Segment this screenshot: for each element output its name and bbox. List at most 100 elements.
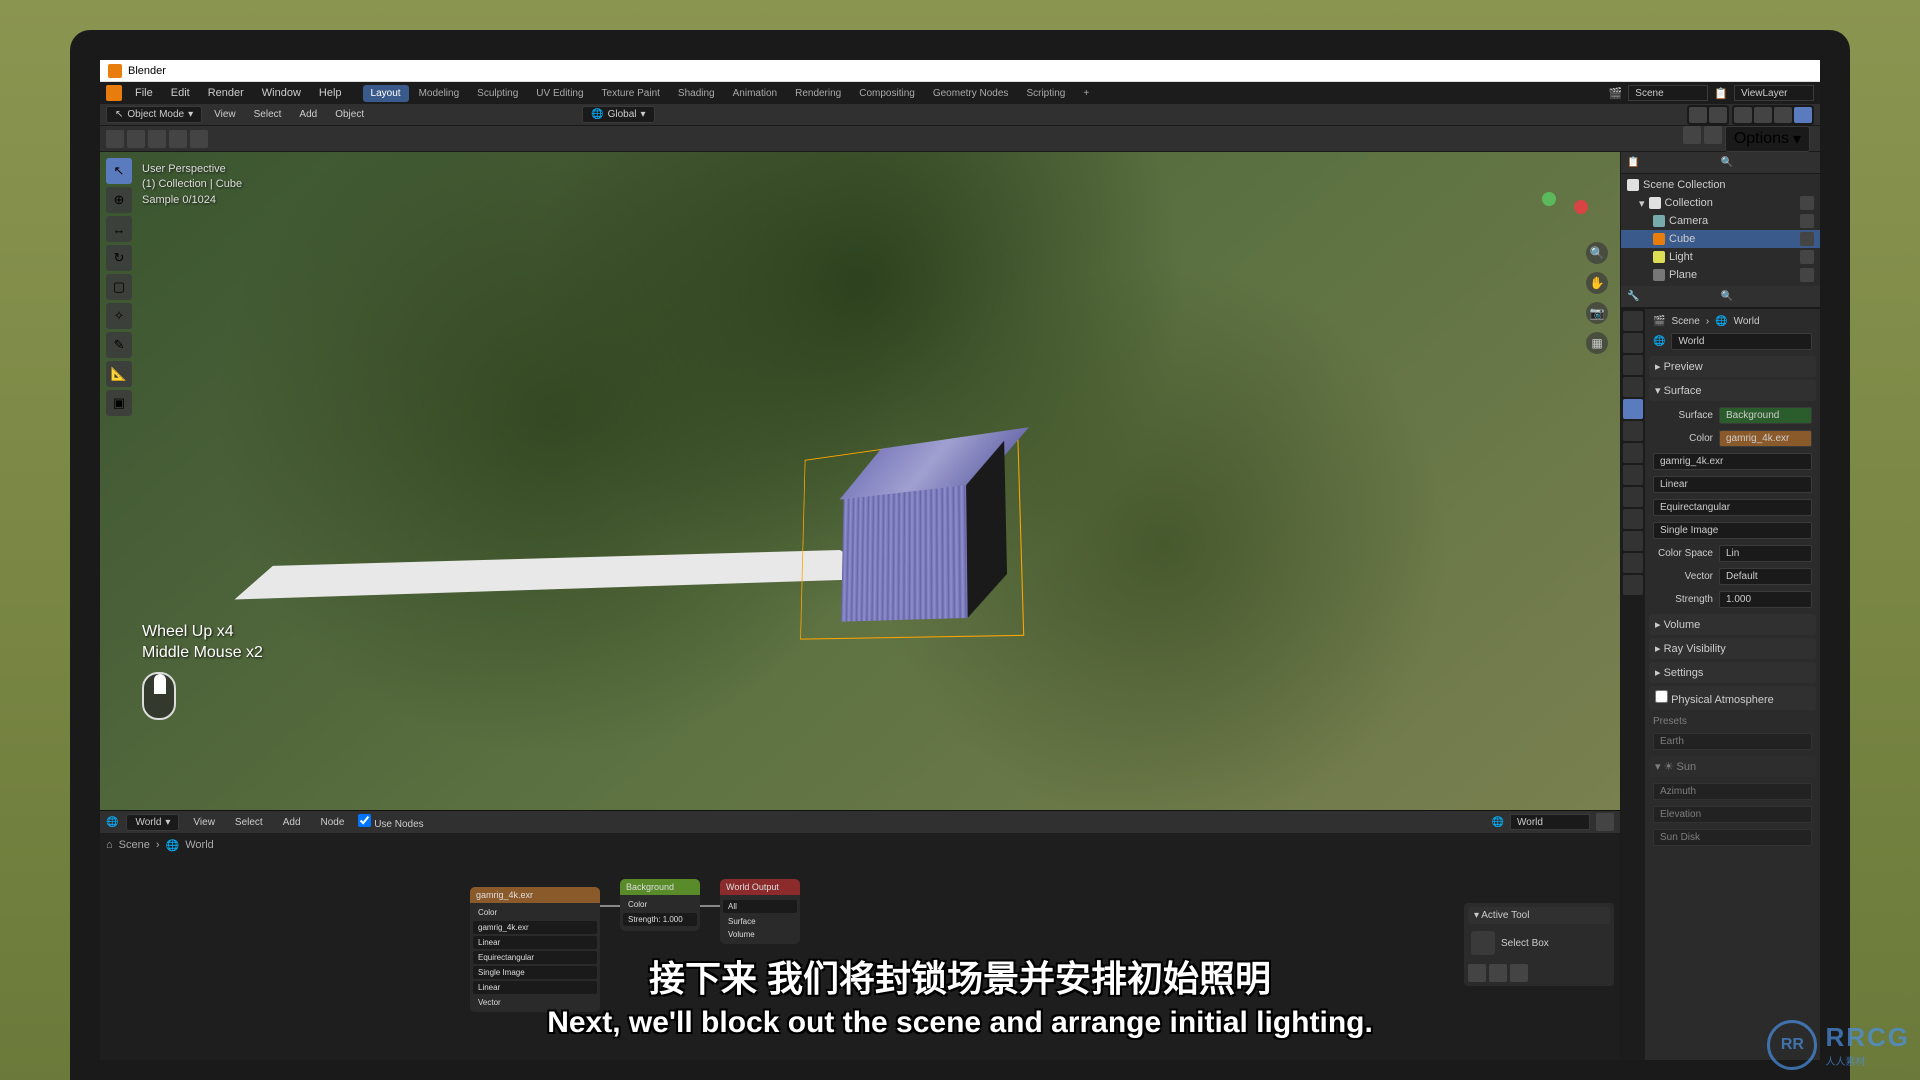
object-tab-icon[interactable] (1623, 421, 1643, 441)
tab-compositing[interactable]: Compositing (851, 85, 923, 102)
texture-path-input[interactable]: gamrig_4k.exr (1653, 453, 1812, 470)
camera-view-icon[interactable]: 📷 (1586, 302, 1608, 324)
pan-icon[interactable]: ✋ (1586, 272, 1608, 294)
orientation-select[interactable]: 🌐 Global ▾ (582, 106, 654, 123)
object-menu[interactable]: Object (329, 107, 370, 122)
menu-edit[interactable]: Edit (164, 84, 197, 102)
home-icon[interactable]: ⌂ (106, 839, 113, 851)
node-node-menu[interactable]: Node (315, 815, 351, 830)
editor-type-icon[interactable]: 🌐 (106, 817, 118, 828)
material-shading-icon[interactable] (1774, 107, 1792, 123)
color-input-socket[interactable]: Color (623, 898, 697, 911)
rendered-shading-icon[interactable] (1794, 107, 1812, 123)
outliner-icon[interactable]: 📋 (1627, 157, 1639, 168)
use-nodes-toggle[interactable]: Use Nodes (358, 814, 423, 830)
rotate-tool-icon[interactable]: ↻ (106, 245, 132, 271)
node-canvas[interactable]: gamrig_4k.exr Color gamrig_4k.exr Linear… (100, 857, 1620, 1060)
sun-section[interactable]: ▾ ☀ Sun (1649, 756, 1816, 777)
world-select[interactable]: World ▾ (126, 814, 179, 831)
viewlayer-name-input[interactable] (1734, 85, 1814, 101)
constraint-tab-icon[interactable] (1623, 509, 1643, 529)
zoom-icon[interactable]: 🔍 (1586, 242, 1608, 264)
blender-logo-icon[interactable] (106, 85, 122, 101)
pin-icon[interactable] (1596, 813, 1614, 831)
editor-type-icon[interactable] (106, 130, 124, 148)
world-datablock-input[interactable] (1510, 814, 1590, 830)
output-tab-icon[interactable] (1623, 333, 1643, 353)
settings-section[interactable]: ▸ Settings (1649, 662, 1816, 683)
overlay-gizmo-icon[interactable] (1689, 107, 1707, 123)
world-name-input[interactable]: World (1671, 333, 1812, 350)
search-icon[interactable]: 🔍 (1639, 157, 1814, 168)
strength-field[interactable]: Strength: 1.000 (623, 913, 697, 926)
volume-input-socket[interactable]: Volume (723, 928, 797, 941)
projection-field[interactable]: Equirectangular (473, 951, 597, 964)
viewlayer-tab-icon[interactable] (1623, 355, 1643, 375)
scene-name-input[interactable] (1628, 85, 1708, 101)
view-menu[interactable]: View (208, 107, 242, 122)
interpolation-select[interactable]: Linear (1653, 476, 1812, 493)
sel-toggle3-icon[interactable] (169, 130, 187, 148)
solid-shading-icon[interactable] (1754, 107, 1772, 123)
chevron-down-icon[interactable]: ▾ (1639, 197, 1645, 210)
visibility-toggle-icon[interactable] (1800, 268, 1814, 282)
axis-x-icon[interactable] (1574, 200, 1588, 214)
modifier-tab-icon[interactable] (1623, 443, 1643, 463)
elevation-input[interactable]: Elevation (1653, 806, 1812, 823)
select-menu[interactable]: Select (248, 107, 288, 122)
colorspace-select[interactable]: Lin (1719, 545, 1812, 562)
breadcrumb-world[interactable]: World (185, 839, 214, 851)
wireframe-shading-icon[interactable] (1734, 107, 1752, 123)
tab-uv-editing[interactable]: UV Editing (528, 85, 591, 102)
light-row[interactable]: Light (1621, 248, 1820, 266)
world-output-node[interactable]: World Output All Surface Volume (720, 879, 800, 944)
vector-select[interactable]: Default (1719, 568, 1812, 585)
projection-select[interactable]: Equirectangular (1653, 499, 1812, 516)
physics-tab-icon[interactable] (1623, 487, 1643, 507)
volume-section[interactable]: ▸ Volume (1649, 614, 1816, 635)
select-extend-icon[interactable] (1489, 964, 1507, 982)
scale-tool-icon[interactable]: ▢ (106, 274, 132, 300)
texture-tab-icon[interactable] (1623, 575, 1643, 595)
transform-tool-icon[interactable]: ✧ (106, 303, 132, 329)
physical-atmosphere-checkbox[interactable] (1655, 690, 1668, 703)
vector-input-socket[interactable]: Vector (473, 996, 597, 1009)
tab-shading[interactable]: Shading (670, 85, 723, 102)
visibility-toggle-icon[interactable] (1800, 232, 1814, 246)
viewport-3d[interactable]: ↖ ⊕ ↔ ↻ ▢ ✧ ✎ 📐 ▣ User Perspective (100, 152, 1620, 810)
cube-object[interactable] (841, 453, 1008, 624)
preset-select[interactable]: Earth (1653, 733, 1812, 750)
proportional-icon[interactable] (1704, 126, 1722, 144)
image-filename-field[interactable]: gamrig_4k.exr (473, 921, 597, 934)
menu-render[interactable]: Render (201, 84, 251, 102)
surface-input-socket[interactable]: Surface (723, 915, 797, 928)
ortho-toggle-icon[interactable]: ▦ (1586, 332, 1608, 354)
sel-toggle2-icon[interactable] (148, 130, 166, 148)
physical-atmosphere-section[interactable]: Physical Atmosphere (1649, 686, 1816, 710)
move-tool-icon[interactable]: ↔ (106, 216, 132, 242)
annotate-tool-icon[interactable]: ✎ (106, 332, 132, 358)
active-tool-header[interactable]: ▾ Active Tool (1468, 907, 1610, 924)
mode-select[interactable]: ↖ Object Mode ▾ (106, 106, 202, 123)
surface-section[interactable]: ▾ Surface (1649, 380, 1816, 401)
world-tab-icon[interactable] (1623, 399, 1643, 419)
tab-modeling[interactable]: Modeling (411, 85, 468, 102)
plane-row[interactable]: Plane (1621, 266, 1820, 284)
overlay-visibility-icon[interactable] (1709, 107, 1727, 123)
axis-y-icon[interactable] (1542, 192, 1556, 206)
interpolation-field[interactable]: Linear (473, 936, 597, 949)
menu-help[interactable]: Help (312, 84, 349, 102)
collection-row[interactable]: ▾ Collection (1621, 194, 1820, 212)
data-tab-icon[interactable] (1623, 531, 1643, 551)
color-texture-select[interactable]: gamrig_4k.exr (1719, 430, 1812, 447)
azimuth-input[interactable]: Azimuth (1653, 783, 1812, 800)
breadcrumb-scene[interactable]: Scene (119, 839, 150, 851)
sel-toggle4-icon[interactable] (190, 130, 208, 148)
add-menu[interactable]: Add (293, 107, 323, 122)
visibility-toggle-icon[interactable] (1800, 214, 1814, 228)
cursor-tool-icon[interactable]: ⊕ (106, 187, 132, 213)
select-subtract-icon[interactable] (1510, 964, 1528, 982)
axis-gizmo[interactable] (1540, 182, 1590, 232)
camera-row[interactable]: Camera (1621, 212, 1820, 230)
tab-layout[interactable]: Layout (363, 85, 409, 102)
